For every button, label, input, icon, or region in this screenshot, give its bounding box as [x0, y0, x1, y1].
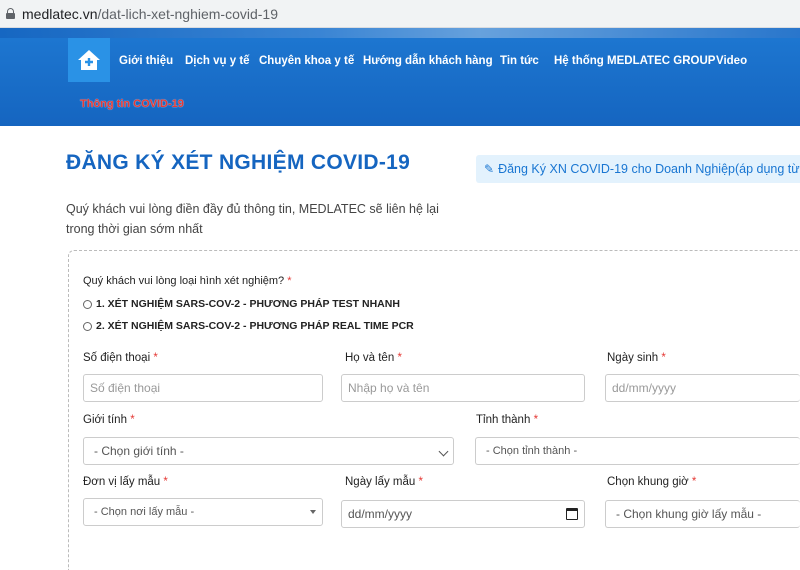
required-mark: * — [397, 352, 402, 364]
unit-label-text: Đơn vị lấy mẫu — [83, 476, 161, 488]
province-select-value: - Chọn tỉnh thành - — [486, 445, 578, 457]
nav-item-he-thong[interactable]: Hệ thống MEDLATEC GROUP — [554, 55, 715, 67]
url-text[interactable]: medlatec.vn/dat-lich-xet-nghiem-covid-19 — [22, 6, 278, 22]
province-select[interactable]: - Chọn tỉnh thành - — [475, 437, 800, 465]
browser-url-bar[interactable]: medlatec.vn/dat-lich-xet-nghiem-covid-19 — [0, 0, 800, 28]
name-label-text: Họ và tên — [345, 352, 395, 364]
test-type-label: Quý khách vui lòng loại hình xét nghiệm? — [83, 275, 285, 287]
header-banner-strip — [0, 28, 800, 38]
gender-label-text: Giới tính — [83, 414, 127, 426]
test-type-question: Quý khách vui lòng loại hình xét nghiệm?… — [83, 275, 292, 287]
sample-date-label-text: Ngày lấy mẫu — [345, 476, 416, 488]
unit-select-value: - Chọn nơi lấy mẫu - — [94, 506, 195, 518]
gender-select[interactable]: - Chọn giới tính - — [83, 437, 454, 465]
radio-button[interactable] — [83, 299, 92, 309]
required-mark: * — [533, 414, 539, 426]
nav-item-tin-tuc[interactable]: Tin tức — [500, 55, 539, 67]
dob-input[interactable]: dd/mm/yyyy — [605, 374, 800, 402]
url-path: /dat-lich-xet-nghiem-covid-19 — [97, 6, 279, 22]
required-mark: * — [287, 275, 292, 287]
caret-down-icon — [310, 510, 316, 514]
time-slot-select[interactable]: - Chọn khung giờ lấy mẫu - — [605, 500, 800, 528]
enterprise-registration-link[interactable]: ✎ Đăng Ký XN COVID-19 cho Doanh Nghiệp(á… — [476, 155, 800, 183]
lock-icon — [6, 8, 15, 19]
sample-date-label: Ngày lấy mẫu * — [345, 476, 423, 488]
chevron-down-icon — [438, 446, 449, 457]
phone-input[interactable]: Số điện thoại — [83, 374, 323, 402]
covid-info-link[interactable]: Thông tin COVID-19 — [80, 98, 184, 110]
time-slot-select-value: - Chọn khung giờ lấy mẫu - — [616, 507, 762, 521]
nav-item-huong-dan[interactable]: Hướng dẫn khách hàng — [363, 55, 493, 67]
url-domain: medlatec.vn — [22, 6, 98, 22]
radio-option-rapid-test[interactable]: 1. XÉT NGHIỆM SARS-COV-2 - PHƯƠNG PHÁP T… — [83, 297, 400, 311]
required-mark: * — [163, 476, 168, 488]
required-mark: * — [130, 414, 135, 426]
nav-item-dich-vu[interactable]: Dịch vụ y tế — [185, 55, 250, 67]
sample-date-value: dd/mm/yyyy — [348, 507, 413, 521]
dob-label: Ngày sinh * — [607, 352, 666, 364]
unit-label: Đơn vị lấy mẫu * — [83, 476, 168, 488]
nav-item-video[interactable]: Video — [716, 55, 747, 67]
site-header — [0, 28, 800, 126]
page-title: ĐĂNG KÝ XÉT NGHIỆM COVID-19 — [66, 151, 411, 174]
required-mark: * — [153, 352, 158, 364]
province-label-text: Tỉnh thành — [476, 414, 531, 426]
pencil-icon: ✎ — [484, 162, 495, 176]
time-slot-label: Chọn khung giờ * — [607, 476, 696, 488]
nav-item-gioi-thieu[interactable]: Giới thiệu — [119, 55, 173, 67]
home-button[interactable] — [68, 38, 110, 82]
gender-label: Giới tính * — [83, 414, 135, 426]
phone-label: Số điện thoại * — [83, 352, 158, 364]
required-mark: * — [418, 476, 423, 488]
sample-date-input[interactable]: dd/mm/yyyy — [341, 500, 585, 528]
time-slot-label-text: Chọn khung giờ — [607, 476, 689, 488]
name-label: Họ và tên * — [345, 352, 402, 364]
radio-option-label: 2. XÉT NGHIỆM SARS-COV-2 - PHƯƠNG PHÁP R… — [96, 320, 414, 332]
province-label: Tỉnh thành * — [476, 414, 538, 426]
radio-button[interactable] — [83, 321, 92, 331]
radio-option-label: 1. XÉT NGHIỆM SARS-COV-2 - PHƯƠNG PHÁP T… — [96, 298, 400, 310]
name-input[interactable]: Nhập họ và tên — [341, 374, 585, 402]
unit-select[interactable]: - Chọn nơi lấy mẫu - — [83, 498, 323, 526]
radio-option-pcr[interactable]: 2. XÉT NGHIỆM SARS-COV-2 - PHƯƠNG PHÁP R… — [83, 319, 414, 333]
required-mark: * — [661, 352, 666, 364]
nav-item-chuyen-khoa[interactable]: Chuyên khoa y tế — [259, 55, 354, 67]
enterprise-link-label: Đăng Ký XN COVID-19 cho Doanh Nghiệp(áp … — [498, 162, 800, 176]
required-mark: * — [691, 476, 697, 488]
phone-label-text: Số điện thoại — [83, 352, 151, 364]
home-icon — [78, 50, 100, 70]
calendar-icon[interactable] — [566, 508, 578, 520]
gender-select-value: - Chọn giới tính - — [94, 444, 184, 458]
dob-label-text: Ngày sinh — [607, 352, 659, 364]
intro-text: Quý khách vui lòng điền đầy đủ thông tin… — [66, 202, 439, 236]
